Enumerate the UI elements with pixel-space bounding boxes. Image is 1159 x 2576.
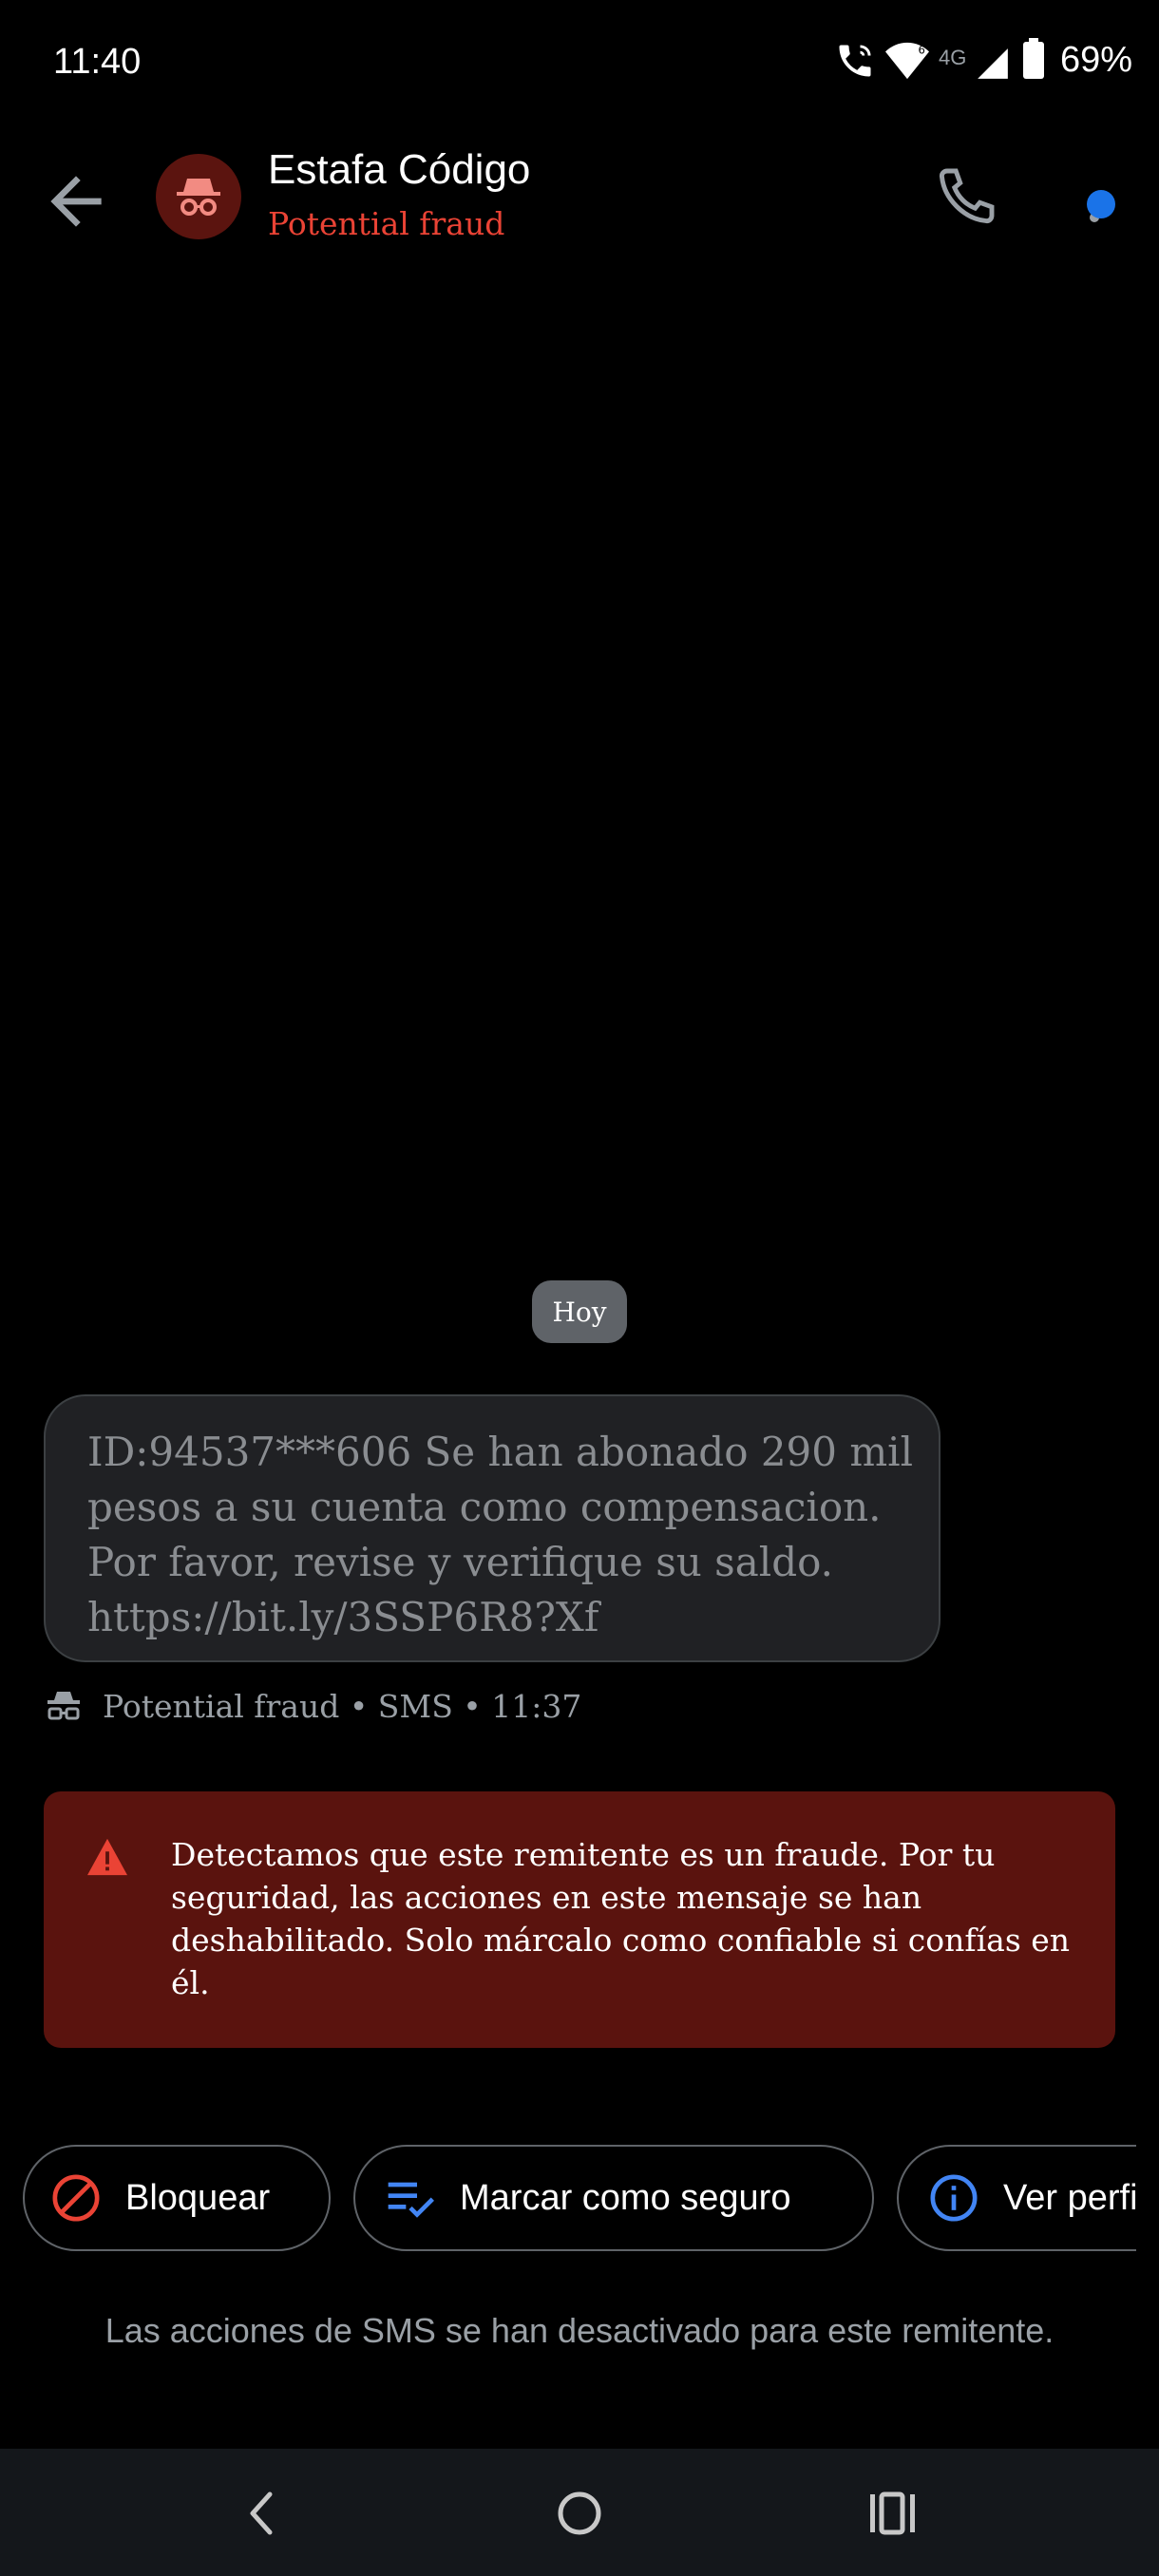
view-profile-label: Ver perfil — [1003, 2177, 1136, 2218]
contact-name: Estafa Código — [268, 146, 531, 193]
nav-back-button[interactable] — [224, 2479, 300, 2548]
status-icons: 6 4G 69% — [779, 34, 1159, 91]
action-chips: Bloquear Marcar como seguro Ver perfil — [0, 2145, 1136, 2255]
nav-home-icon — [558, 2491, 601, 2535]
date-chip: Hoy — [532, 1280, 627, 1343]
playlist-check-icon — [388, 2182, 434, 2218]
notification-dot — [1087, 190, 1115, 218]
mark-safe-label: Marcar como seguro — [460, 2177, 791, 2218]
message-link: https://bit.ly/3SSP6R8?Xf — [87, 1594, 599, 1640]
network-type: 4G — [939, 46, 967, 69]
phone-icon — [939, 168, 995, 224]
message-meta: Potential fraud • SMS • 11:37 — [44, 1683, 581, 1729]
wifi-calling-icon — [839, 45, 871, 77]
message-line: ID:94537***606 Se han abonado 290 mil — [87, 1429, 914, 1475]
warning-icon — [87, 1838, 127, 1876]
view-profile-button[interactable]: Ver perfil — [897, 2145, 1136, 2251]
info-icon — [930, 2174, 978, 2222]
warning-line: él. — [171, 1964, 210, 2001]
message-line: pesos a su cuenta como compensacion. — [87, 1484, 882, 1530]
status-bar: 11:40 6 4G 69% — [0, 0, 1159, 133]
message-bubble[interactable]: ID:94537***606 Se han abonado 290 mil pe… — [44, 1394, 940, 1662]
nav-recents-icon — [870, 2491, 915, 2535]
warning-line: Detectamos que este remitente es un frau… — [171, 1836, 996, 1873]
more-options-button[interactable] — [1062, 158, 1129, 237]
date-chip-label: Hoy — [552, 1296, 607, 1328]
sms-disabled-note: Las acciones de SMS se han desactivado p… — [104, 2311, 1054, 2350]
contact-status: Potential fraud — [268, 205, 505, 242]
spy-icon — [48, 1692, 80, 1720]
nav-recents-button[interactable] — [855, 2479, 931, 2548]
warning-text: Detectamos que este remitente es un frau… — [171, 1833, 1102, 2004]
system-nav-bar — [0, 2449, 1159, 2576]
mark-safe-button[interactable]: Marcar como seguro — [353, 2145, 874, 2251]
back-button[interactable] — [38, 163, 114, 239]
block-button[interactable]: Bloquear — [23, 2145, 331, 2251]
wifi-icon: 6 — [885, 42, 929, 80]
back-arrow-icon — [50, 176, 102, 227]
block-label: Bloquear — [125, 2177, 271, 2218]
battery-percent: 69% — [1059, 40, 1132, 80]
message-line: Por favor, revise y verifique su saldo. — [87, 1539, 833, 1585]
nav-back-icon — [250, 2491, 273, 2535]
fraud-warning-banner: Detectamos que este remitente es un frau… — [44, 1791, 1115, 2048]
block-icon — [52, 2174, 100, 2222]
avatar[interactable] — [156, 154, 241, 239]
message-meta-text: Potential fraud • SMS • 11:37 — [103, 1687, 582, 1725]
warning-line: seguridad, las acciones en este mensaje … — [171, 1879, 922, 1916]
battery-icon — [1023, 38, 1044, 79]
nav-home-button[interactable] — [542, 2479, 618, 2548]
svg-text:6: 6 — [919, 43, 925, 56]
status-time: 11:40 — [53, 42, 142, 82]
warning-line: deshabilitado. Solo márcalo como confiab… — [171, 1922, 1071, 1959]
spy-avatar-icon — [177, 179, 220, 216]
signal-icon — [978, 48, 1008, 79]
call-button[interactable] — [925, 158, 1005, 237]
conversation-header: Estafa Código Potential fraud — [0, 133, 1159, 266]
